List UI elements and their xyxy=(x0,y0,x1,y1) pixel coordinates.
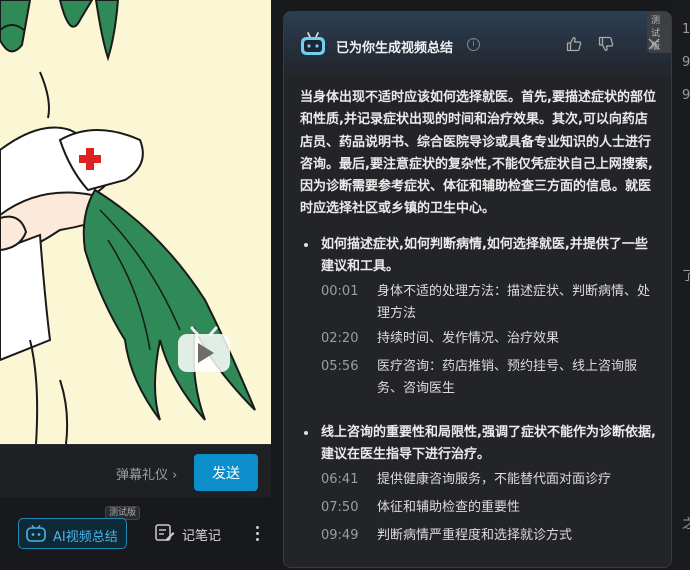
danmaku-bar: 弹幕礼仪 › 发送 xyxy=(0,444,271,497)
close-icon[interactable] xyxy=(646,36,662,52)
send-danmaku-button[interactable]: 发送 xyxy=(194,454,258,491)
thumbs-up-icon[interactable] xyxy=(566,36,582,52)
panel-header: 测试版 已为你生成视频总结 i xyxy=(284,12,671,80)
outline-item: 判断病情严重程度和选择就诊方式 xyxy=(377,528,573,543)
bullet-dot xyxy=(304,243,308,247)
bg-char: 了 xyxy=(682,269,690,284)
take-notes-label: 记笔记 xyxy=(182,529,222,544)
outline-item: 提供健康咨询服务，不能替代面对面诊疗 xyxy=(377,472,612,487)
timestamp-link[interactable]: 00:01 xyxy=(321,284,358,299)
ai-summary-label: AI视频总结 xyxy=(53,530,118,545)
video-player[interactable] xyxy=(0,0,271,444)
outline-item: 医疗咨询：药店推销、预约挂号、线上咨询服务、咨询医生 xyxy=(377,359,638,396)
timestamp-link[interactable]: 09:49 xyxy=(321,528,358,543)
bg-char: 9 xyxy=(682,88,690,103)
danmaku-etiquette-link[interactable]: 弹幕礼仪 › xyxy=(116,464,177,483)
bullet-dot xyxy=(304,431,308,435)
danmaku-input[interactable] xyxy=(0,453,126,489)
outline-item: 体征和辅助检查的重要性 xyxy=(377,500,521,515)
play-icon[interactable] xyxy=(176,326,232,374)
ai-summary-panel: 测试版 已为你生成视频总结 i 当身体出现不适时应该如何选择就医。首先,要描述症… xyxy=(283,11,672,568)
info-icon[interactable]: i xyxy=(467,38,480,51)
bg-char: 之 xyxy=(682,517,690,532)
panel-title: 已为你生成视频总结 xyxy=(336,41,454,56)
note-edit-icon xyxy=(155,524,175,541)
bg-char: 9 xyxy=(682,55,690,70)
timestamp-link[interactable]: 05:56 xyxy=(321,359,358,374)
timestamp-link[interactable]: 07:50 xyxy=(321,500,358,515)
outline-item: 持续时间、发作情况、治疗效果 xyxy=(377,331,560,346)
section-title: 线上咨询的重要性和局限性,强调了症状不能作为诊断依据,建议在医生指导下进行治疗。 xyxy=(321,425,656,462)
background-page-edge: 1 9 9 了 之 xyxy=(672,0,690,570)
timestamp-link[interactable]: 02:20 xyxy=(321,331,358,346)
tv-bot-icon xyxy=(26,525,46,542)
outline-item: 身体不适的处理方法：描述症状、判断病情、处理方法 xyxy=(377,284,651,321)
timestamp-link[interactable]: 06:41 xyxy=(321,472,358,487)
bg-char: 1 xyxy=(682,22,690,37)
player-toolbar: 测试版 AI视频总结 记笔记 xyxy=(0,497,271,570)
video-frame-illustration xyxy=(0,0,256,444)
tv-bot-icon xyxy=(301,32,325,55)
summary-paragraph: 当身体出现不适时应该如何选择就医。首先,要描述症状的部位和性质,并记录症状出现的… xyxy=(300,90,656,217)
section-title: 如何描述症状,如何判断病情,如何选择就医,并提供了一些建议和工具。 xyxy=(321,237,648,274)
thumbs-down-icon[interactable] xyxy=(598,36,614,52)
more-options-icon[interactable] xyxy=(251,524,263,544)
ai-summary-button[interactable]: AI视频总结 xyxy=(18,518,127,549)
